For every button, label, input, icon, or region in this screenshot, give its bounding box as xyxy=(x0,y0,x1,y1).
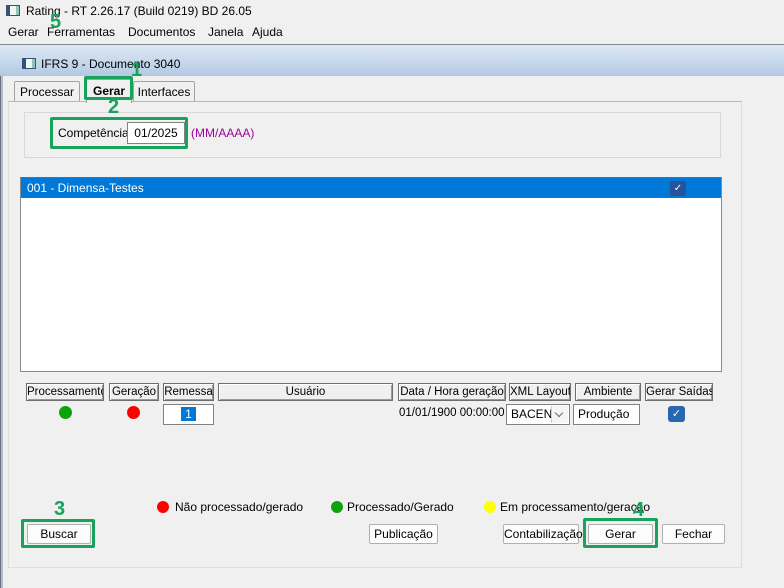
annotation-number-3: 3 xyxy=(54,498,66,520)
ambiente-input[interactable]: Produção xyxy=(573,404,640,425)
header-geracao[interactable]: Geração xyxy=(109,383,159,401)
annotation-box-step3 xyxy=(21,519,95,548)
tab-interfaces[interactable]: Interfaces xyxy=(133,81,195,102)
menu-janela[interactable]: Janela xyxy=(208,22,243,43)
legend-nao-processado: Não processado/gerado xyxy=(175,500,304,514)
dropdown-button[interactable] xyxy=(551,406,568,423)
annotation-number-4: 4 xyxy=(633,499,645,521)
child-window-left-border xyxy=(0,44,3,588)
data-hora-geracao-value: 01/01/1900 00:00:00 xyxy=(399,407,505,419)
remessa-value: 1 xyxy=(181,407,196,421)
annotation-number-5: 5 xyxy=(50,11,62,33)
annotation-box-step4 xyxy=(583,518,658,548)
publicacao-button[interactable]: Publicação xyxy=(369,524,438,544)
menu-gerar[interactable]: Gerar xyxy=(8,22,39,43)
geracao-status-dot xyxy=(127,406,140,419)
main-titlebar[interactable]: Rating - RT 2.26.17 (Build 0219) BD 26.0… xyxy=(0,0,784,22)
annotation-number-1: 1 xyxy=(131,59,143,81)
menu-ajuda[interactable]: Ajuda xyxy=(252,22,283,43)
header-gerar-saidas[interactable]: Gerar Saídas xyxy=(645,383,713,401)
header-data-hora-geracao[interactable]: Data / Hora geração xyxy=(398,383,506,401)
legend-green-dot xyxy=(331,501,343,513)
list-item-label: 001 - Dimensa-Testes xyxy=(27,181,144,195)
contabilizacao-button[interactable]: Contabilização xyxy=(503,524,583,544)
competencia-format-hint: (MM/AAAA) xyxy=(191,126,255,140)
legend-red-dot xyxy=(157,501,169,513)
chevron-down-icon xyxy=(554,408,564,418)
header-xml-layout[interactable]: XML Layout xyxy=(509,383,571,401)
menubar: Gerar Ferramentas Documentos Janela Ajud… xyxy=(0,22,784,43)
fechar-button[interactable]: Fechar xyxy=(662,524,725,544)
document-listbox[interactable]: 001 - Dimensa-Testes ✓ xyxy=(20,177,722,372)
header-processamento[interactable]: Processamento xyxy=(26,383,104,401)
xml-layout-dropdown[interactable]: BACEN xyxy=(506,404,570,425)
tab-processar[interactable]: Processar xyxy=(14,81,80,102)
check-icon: ✓ xyxy=(671,408,682,420)
processamento-status-dot xyxy=(59,406,72,419)
header-ambiente[interactable]: Ambiente xyxy=(575,383,641,401)
app-window-icon xyxy=(6,5,20,16)
child-window-titlebar[interactable]: IFRS 9 - Documento 3040 xyxy=(0,44,784,76)
list-item-checkbox[interactable]: ✓ xyxy=(670,181,686,196)
application-window: Rating - RT 2.26.17 (Build 0219) BD 26.0… xyxy=(0,0,784,588)
menu-documentos[interactable]: Documentos xyxy=(128,22,195,43)
child-window-icon xyxy=(22,58,36,69)
list-item-selected[interactable]: 001 - Dimensa-Testes ✓ xyxy=(21,178,721,198)
child-window-title: IFRS 9 - Documento 3040 xyxy=(41,57,181,71)
check-icon: ✓ xyxy=(673,183,683,194)
header-remessa[interactable]: Remessa xyxy=(163,383,214,401)
legend-em-processamento: Em processamento/geração xyxy=(500,500,651,514)
remessa-input[interactable]: 1 xyxy=(163,404,214,425)
legend-processado: Processado/Gerado xyxy=(347,500,454,514)
xml-layout-value: BACEN xyxy=(511,407,553,421)
annotation-box-step2 xyxy=(50,117,188,149)
annotation-number-2: 2 xyxy=(108,96,120,118)
header-usuario[interactable]: Usuário xyxy=(218,383,393,401)
legend-yellow-dot xyxy=(484,501,496,513)
gerar-saidas-checkbox[interactable]: ✓ xyxy=(668,406,685,422)
